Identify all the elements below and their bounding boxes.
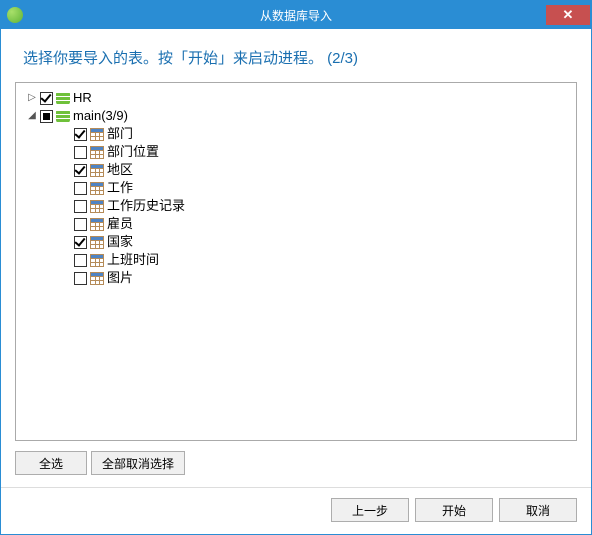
table-row[interactable]: 部门位置 <box>20 143 572 161</box>
content-area: ▷ HR ◢ main (3/9)部门部门位置地区工作工作历史记录雇员国家上班时间图片… <box>1 82 591 487</box>
table-checkbox[interactable] <box>74 182 87 195</box>
close-button[interactable]: ✕ <box>546 5 590 25</box>
dialog-window: 从数据库导入 ✕ 选择你要导入的表。按「开始」来启动进程。 (2/3) ▷HR◢… <box>0 0 592 535</box>
table-checkbox[interactable] <box>74 272 87 285</box>
select-all-button[interactable]: 全选 <box>15 451 87 475</box>
table-row[interactable]: 雇员 <box>20 215 572 233</box>
table-label: 地区 <box>107 161 133 179</box>
table-label: 工作历史记录 <box>107 197 185 215</box>
table-checkbox[interactable] <box>74 218 87 231</box>
table-label: 图片 <box>107 269 133 287</box>
table-row[interactable]: 工作历史记录 <box>20 197 572 215</box>
table-row[interactable]: 上班时间 <box>20 251 572 269</box>
table-icon <box>90 164 104 177</box>
window-title: 从数据库导入 <box>1 7 591 24</box>
table-row[interactable]: 图片 <box>20 269 572 287</box>
start-button[interactable]: 开始 <box>415 498 493 522</box>
table-icon <box>90 254 104 267</box>
table-icon <box>90 146 104 159</box>
table-label: 工作 <box>107 179 133 197</box>
db-row[interactable]: ◢ main (3/9) <box>20 107 572 125</box>
expander-closed-icon[interactable]: ▷ <box>26 92 38 104</box>
table-checkbox[interactable] <box>74 254 87 267</box>
table-row[interactable]: 国家 <box>20 233 572 251</box>
table-row[interactable]: 部门 <box>20 125 572 143</box>
database-icon <box>56 91 70 105</box>
table-checkbox[interactable] <box>74 128 87 141</box>
table-icon <box>90 182 104 195</box>
db-count: (3/9) <box>101 107 128 125</box>
titlebar: 从数据库导入 ✕ <box>1 1 591 29</box>
table-row[interactable]: 工作 <box>20 179 572 197</box>
table-checkbox[interactable] <box>74 146 87 159</box>
table-label: 部门位置 <box>107 143 159 161</box>
deselect-all-button[interactable]: 全部取消选择 <box>91 451 185 475</box>
db-checkbox[interactable] <box>40 110 53 123</box>
selection-button-row: 全选 全部取消选择 <box>15 451 577 475</box>
expander-open-icon[interactable]: ◢ <box>26 110 38 122</box>
table-checkbox[interactable] <box>74 164 87 177</box>
cancel-button[interactable]: 取消 <box>499 498 577 522</box>
close-icon: ✕ <box>563 7 574 23</box>
tree-panel[interactable]: ▷ HR ◢ main (3/9)部门部门位置地区工作工作历史记录雇员国家上班时间图片 <box>15 82 577 441</box>
footer: 上一步 开始 取消 <box>1 487 591 534</box>
table-label: 雇员 <box>107 215 133 233</box>
app-icon <box>7 7 23 23</box>
table-icon <box>90 218 104 231</box>
table-label: 国家 <box>107 233 133 251</box>
table-icon <box>90 128 104 141</box>
db-label: HR <box>73 89 92 107</box>
table-checkbox[interactable] <box>74 200 87 213</box>
instruction-text: 选择你要导入的表。按「开始」来启动进程。 (2/3) <box>1 29 591 82</box>
db-row[interactable]: ▷ HR <box>20 89 572 107</box>
table-label: 上班时间 <box>107 251 159 269</box>
prev-button[interactable]: 上一步 <box>331 498 409 522</box>
db-label: main <box>73 107 101 125</box>
table-checkbox[interactable] <box>74 236 87 249</box>
database-icon <box>56 109 70 123</box>
table-icon <box>90 272 104 285</box>
table-icon <box>90 200 104 213</box>
table-label: 部门 <box>107 125 133 143</box>
db-checkbox[interactable] <box>40 92 53 105</box>
table-row[interactable]: 地区 <box>20 161 572 179</box>
table-icon <box>90 236 104 249</box>
